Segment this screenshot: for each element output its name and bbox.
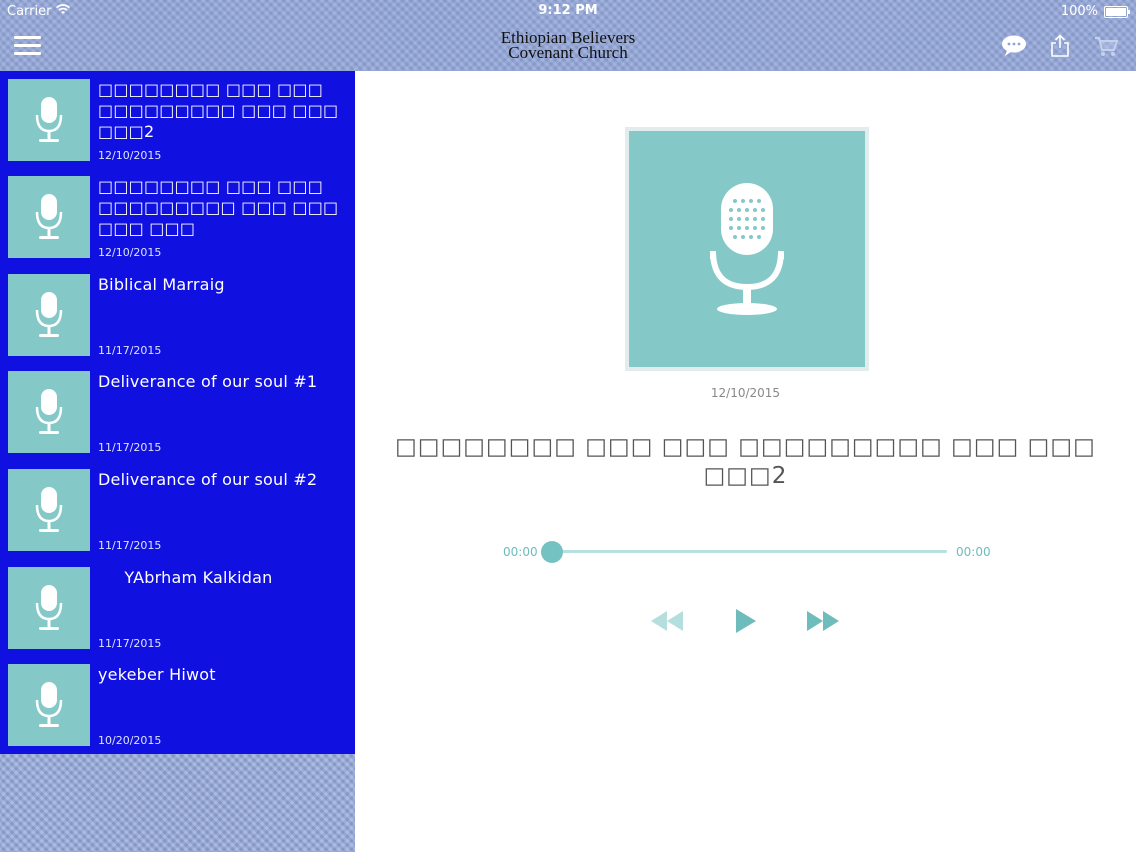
list-item[interactable]: Deliverance of our soul #1 11/17/2015 bbox=[0, 363, 355, 460]
progress-bar[interactable] bbox=[552, 550, 947, 553]
item-date: 10/20/2015 bbox=[98, 734, 162, 747]
item-date: 12/10/2015 bbox=[98, 246, 162, 259]
progress-knob[interactable] bbox=[541, 541, 563, 563]
cart-icon[interactable] bbox=[1093, 34, 1119, 58]
artwork-microphone-icon bbox=[625, 127, 869, 371]
status-time: 9:12 PM bbox=[538, 3, 598, 18]
battery-icon bbox=[1104, 6, 1130, 18]
fast-forward-icon[interactable] bbox=[805, 606, 841, 640]
status-bar: Carrier 9:12 PM 100% bbox=[0, 0, 1136, 22]
microphone-icon bbox=[8, 79, 90, 161]
play-icon[interactable] bbox=[733, 606, 759, 640]
microphone-icon bbox=[8, 664, 90, 746]
sermon-list: □□□□□□□□ □□□ □□□ □□□□□□□□□ □□□ □□□ □□□2 … bbox=[0, 71, 355, 754]
item-title: YAbrham Kalkidan bbox=[98, 568, 273, 587]
item-title: □□□□□□□□ □□□ □□□ □□□□□□□□□ □□□ □□□ □□□2 bbox=[98, 80, 339, 141]
list-item[interactable]: □□□□□□□□ □□□ □□□ □□□□□□□□□ □□□ □□□ □□□ □… bbox=[0, 168, 355, 265]
item-date: 11/17/2015 bbox=[98, 344, 162, 357]
item-date: 12/10/2015 bbox=[98, 149, 162, 162]
track-title: □□□□□□□□ □□□ □□□ □□□□□□□□□ □□□ □□□ □□□2 bbox=[395, 434, 1096, 489]
chat-icon[interactable] bbox=[1001, 34, 1027, 58]
microphone-icon bbox=[8, 469, 90, 551]
battery-percent: 100% bbox=[1060, 4, 1098, 19]
microphone-icon bbox=[8, 176, 90, 258]
item-title: Deliverance of our soul #1 bbox=[98, 372, 318, 391]
track-date: 12/10/2015 bbox=[710, 386, 781, 400]
list-item[interactable]: Deliverance of our soul #2 11/17/2015 bbox=[0, 461, 355, 558]
item-date: 11/17/2015 bbox=[98, 441, 162, 454]
item-date: 11/17/2015 bbox=[98, 637, 162, 650]
rewind-icon[interactable] bbox=[649, 606, 685, 640]
total-time: 00:00 bbox=[956, 545, 991, 559]
list-item[interactable]: yekeber Hiwot 10/20/2015 bbox=[0, 656, 355, 753]
app-title: Ethiopian Believers Covenant Church bbox=[0, 29, 1136, 62]
item-title: Biblical Marraig bbox=[98, 275, 225, 294]
microphone-icon bbox=[8, 274, 90, 356]
item-title: □□□□□□□□ □□□ □□□ □□□□□□□□□ □□□ □□□ □□□ □… bbox=[98, 177, 339, 238]
share-icon[interactable] bbox=[1049, 34, 1075, 58]
microphone-icon bbox=[8, 567, 90, 649]
app-title-line2: Covenant Church bbox=[508, 43, 628, 62]
top-bar: Carrier 9:12 PM 100% Ethiopian Believers… bbox=[0, 0, 1136, 71]
sidebar: □□□□□□□□ □□□ □□□ □□□□□□□□□ □□□ □□□ □□□2 … bbox=[0, 71, 355, 852]
item-title: yekeber Hiwot bbox=[98, 665, 216, 684]
list-item[interactable]: □□□□□□□□ □□□ □□□ □□□□□□□□□ □□□ □□□ □□□2 … bbox=[0, 71, 355, 168]
elapsed-time: 00:00 bbox=[503, 545, 538, 559]
player-panel: 12/10/2015 □□□□□□□□ □□□ □□□ □□□□□□□□□ □□… bbox=[355, 71, 1136, 852]
list-item[interactable]: YAbrham Kalkidan 11/17/2015 bbox=[0, 559, 355, 656]
item-date: 11/17/2015 bbox=[98, 539, 162, 552]
item-title: Deliverance of our soul #2 bbox=[98, 470, 318, 489]
microphone-icon bbox=[8, 371, 90, 453]
list-item[interactable]: Biblical Marraig 11/17/2015 bbox=[0, 266, 355, 363]
